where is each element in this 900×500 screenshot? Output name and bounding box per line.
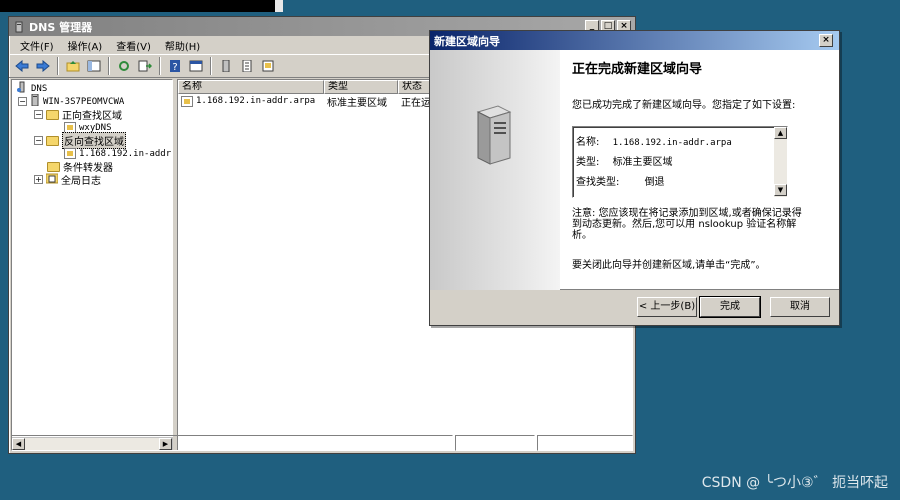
summary-lookup-line: 查找类型: 倒退 [576,173,665,188]
dns-root-icon [16,81,28,96]
toolbar-separator [57,57,59,75]
forward-arrow-icon[interactable] [34,57,52,75]
toolbar-separator [210,57,212,75]
logs-icon [45,173,59,187]
menu-view[interactable]: 查看(V) [109,38,158,53]
summary-lookup-label: 查找类型: [576,177,620,188]
back-button[interactable]: < 上一步(B) [637,297,697,317]
wizard-note: 注意: 您应该现在将记录添加到区域,或者确保记录得到动态更新。然后,您可以用 n… [572,208,802,241]
tree-label-forward-zone-child: wxyDNS [79,122,112,133]
row-type: 标准主要区域 [327,97,387,109]
new-zone-wizard-dialog: 新建区域向导 × 正在完成新建区域向导 您已成功完成了新建区域向导。您指定了如下… [429,30,840,326]
server-icon [30,93,40,109]
row-name-cell: 1.168.192.in-addr.arpa [178,95,324,107]
folder-icon [46,135,59,146]
expand-icon[interactable]: + [34,175,43,184]
wizard-close-button[interactable]: × [819,34,833,47]
tree-label-server: WIN-3S7PEOMVCWA [43,96,125,107]
document-icon[interactable] [238,57,256,75]
summary-name-line: 名称: 1.168.192.in-addr.arpa [576,133,732,148]
wizard-body: 正在完成新建区域向导 您已成功完成了新建区域向导。您指定了如下设置: 名称: 1… [430,50,839,290]
help-icon[interactable]: ? [166,57,184,75]
summary-type-line: 类型: 标准主要区域 [576,153,673,168]
server-record-icon[interactable] [217,57,235,75]
wizard-title: 新建区域向导 [434,34,500,48]
cancel-button[interactable]: 取消 [770,297,830,317]
menu-help[interactable]: 帮助(H) [158,38,207,53]
wizard-titlebar[interactable]: 新建区域向导 × [430,31,839,50]
wizard-intro: 您已成功完成了新建区域向导。您指定了如下设置: [572,100,796,111]
refresh-icon[interactable] [115,57,133,75]
zone-icon [181,95,193,107]
scroll-down-icon[interactable]: ▼ [774,184,787,196]
summary-name-value: 1.168.192.in-addr.arpa [612,138,732,148]
properties-icon[interactable] [187,57,205,75]
tree-label-forward-zones: 正向查找区域 [62,111,122,122]
folder-icon [46,109,59,120]
console-tree[interactable]: DNS − WIN-3S7PEOMVCWA − 正向查找区域 wxyDNS − … [11,79,173,437]
status-bar [11,435,633,451]
tree-node-global-logs[interactable]: + 全局日志 [34,173,101,187]
status-segment [537,435,633,451]
wizard-close-instruction: 要关闭此向导并创建新区域,请单击“完成”。 [572,260,766,271]
settings-summary-box[interactable]: 名称: 1.168.192.in-addr.arpa 类型: 标准主要区域 查找… [572,126,788,198]
toolbar-separator [108,57,110,75]
row-name: 1.168.192.in-addr.arpa [196,96,316,106]
show-hide-tree-icon[interactable] [85,57,103,75]
zone-icon [64,148,76,159]
column-header-type[interactable]: 类型 [324,80,398,94]
wizard-heading: 正在完成新建区域向导 [572,62,703,77]
up-folder-icon[interactable] [64,57,82,75]
finish-button[interactable]: 完成 [699,296,761,318]
menu-action[interactable]: 操作(A) [61,38,110,53]
collapse-icon[interactable]: − [34,110,43,119]
folder-icon [47,161,60,172]
summary-lookup-value: 倒退 [644,177,665,188]
tree-label-global-logs: 全局日志 [61,176,101,187]
summary-name-label: 名称: [576,137,600,148]
toolbar-separator [159,57,161,75]
background-window-edge [275,0,283,12]
wizard-button-row: < 上一步(B) 完成 取消 [430,296,839,319]
tree-node-reverse-zones[interactable]: − 反向查找区域 [34,132,126,149]
summary-type-label: 类型: [576,157,600,168]
tree-node-forward-zones[interactable]: − 正向查找区域 [34,108,122,122]
dns-server-icon [13,21,25,33]
server-tower-icon [476,105,512,165]
tree-label-reverse-zone-child: 1.168.192.in-addr. [79,148,173,159]
collapse-icon[interactable]: − [18,97,27,106]
status-segment [455,435,535,451]
back-arrow-icon[interactable] [13,57,31,75]
tree-label-dns: DNS [31,83,48,94]
background-window-fragment [0,0,275,12]
scroll-up-icon[interactable]: ▲ [774,127,787,139]
zone-record-icon[interactable] [259,57,277,75]
column-header-name[interactable]: 名称 [178,80,324,94]
dns-window-title: DNS 管理器 [29,20,93,34]
svg-text:?: ? [172,62,177,72]
csdn-watermark: CSDN @ ╰つ小③゛ 扼当吥起 [701,475,888,491]
collapse-icon[interactable]: − [34,136,43,145]
summary-vertical-scrollbar[interactable]: ▲ ▼ [774,127,787,197]
export-list-icon[interactable] [136,57,154,75]
summary-type-value: 标准主要区域 [612,157,673,168]
menu-file[interactable]: 文件(F) [13,38,61,53]
wizard-side-panel [430,50,560,290]
status-segment [11,435,453,451]
